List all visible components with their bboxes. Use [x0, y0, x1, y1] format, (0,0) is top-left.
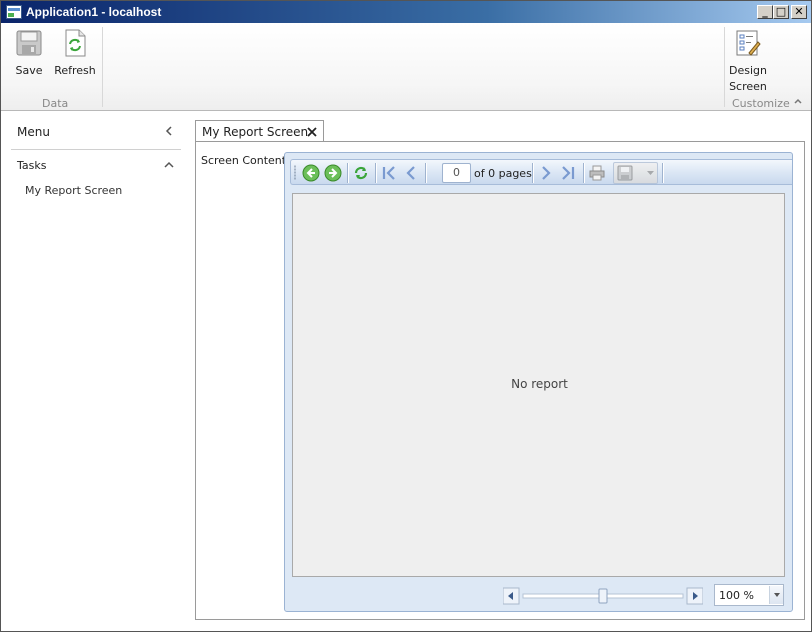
chevron-up-icon[interactable] [164, 160, 174, 170]
menu-title: Menu [17, 125, 50, 139]
zoom-slider-thumb [598, 588, 608, 604]
page-number-input[interactable]: 0 [442, 163, 471, 183]
zoom-dropdown-button[interactable] [769, 586, 783, 604]
toolbar-separator [375, 163, 376, 183]
save-disk-icon [16, 30, 42, 56]
report-display-area[interactable]: No report [292, 193, 785, 577]
screen-content-label: Screen Content: [201, 154, 290, 167]
export-dropdown[interactable] [613, 162, 658, 184]
zoom-slider[interactable] [503, 587, 703, 605]
close-window-button[interactable]: ✕ [791, 5, 807, 19]
report-toolbar: 0 of 0 pages [290, 159, 792, 185]
window-title: Application1 - localhost [26, 5, 162, 19]
toolbar-separator [347, 163, 348, 183]
divider [11, 149, 181, 150]
design-screen-button[interactable]: Design Screen [725, 29, 771, 93]
zoom-value: 100 % [719, 589, 754, 602]
toolbar-separator [425, 163, 426, 183]
design-screen-label-line1: Design [729, 64, 767, 77]
toolbar-grip[interactable] [294, 165, 296, 180]
tab-my-report-screen[interactable]: My Report Screen [195, 120, 324, 143]
first-page-icon[interactable] [380, 164, 398, 182]
chevron-down-icon [774, 593, 780, 597]
page-count-label: of 0 pages [474, 167, 532, 180]
design-screen-icon [736, 30, 761, 56]
ribbon: Save Refresh Data Design Screen Customiz… [1, 23, 811, 111]
save-button-label: Save [15, 64, 43, 77]
chevron-left-icon[interactable] [164, 126, 174, 136]
maximize-button[interactable]: □ [773, 5, 789, 19]
tasks-group-title[interactable]: Tasks [17, 159, 46, 172]
navigation-sidebar: Menu Tasks My Report Screen [7, 113, 187, 623]
data-group-label: Data [42, 97, 69, 110]
back-icon[interactable] [302, 164, 320, 182]
report-viewer: 0 of 0 pages No report 100 % [284, 152, 793, 612]
refresh-icon [65, 29, 86, 57]
print-icon[interactable] [588, 164, 606, 182]
save-disk-icon [617, 165, 633, 181]
toolbar-separator [532, 163, 533, 183]
next-page-icon[interactable] [537, 164, 555, 182]
empty-report-message: No report [511, 377, 568, 391]
design-screen-label-line2: Screen [729, 80, 767, 93]
sidebar-item-my-report-screen[interactable]: My Report Screen [25, 184, 122, 197]
chevron-down-icon [647, 171, 654, 175]
refresh-button[interactable]: Refresh [53, 29, 97, 77]
toolbar-separator [662, 163, 663, 183]
forward-icon[interactable] [324, 164, 342, 182]
zoom-level-select[interactable]: 100 % [714, 584, 784, 606]
chevron-up-icon[interactable] [793, 96, 803, 106]
customize-group-label: Customize [732, 97, 790, 110]
tab-label: My Report Screen [202, 125, 309, 139]
previous-page-icon[interactable] [402, 164, 420, 182]
close-icon[interactable] [306, 126, 318, 138]
refresh-button-label: Refresh [54, 64, 96, 77]
application-window: Application1 - localhost _ □ ✕ Save Refr… [0, 0, 812, 632]
toolbar-separator [583, 163, 584, 183]
group-separator [102, 27, 103, 107]
title-bar[interactable]: Application1 - localhost _ □ ✕ [1, 1, 811, 23]
refresh-report-icon[interactable] [352, 164, 370, 182]
app-icon [6, 5, 22, 19]
save-button[interactable]: Save [9, 29, 49, 77]
last-page-icon[interactable] [559, 164, 577, 182]
minimize-button[interactable]: _ [757, 5, 773, 19]
